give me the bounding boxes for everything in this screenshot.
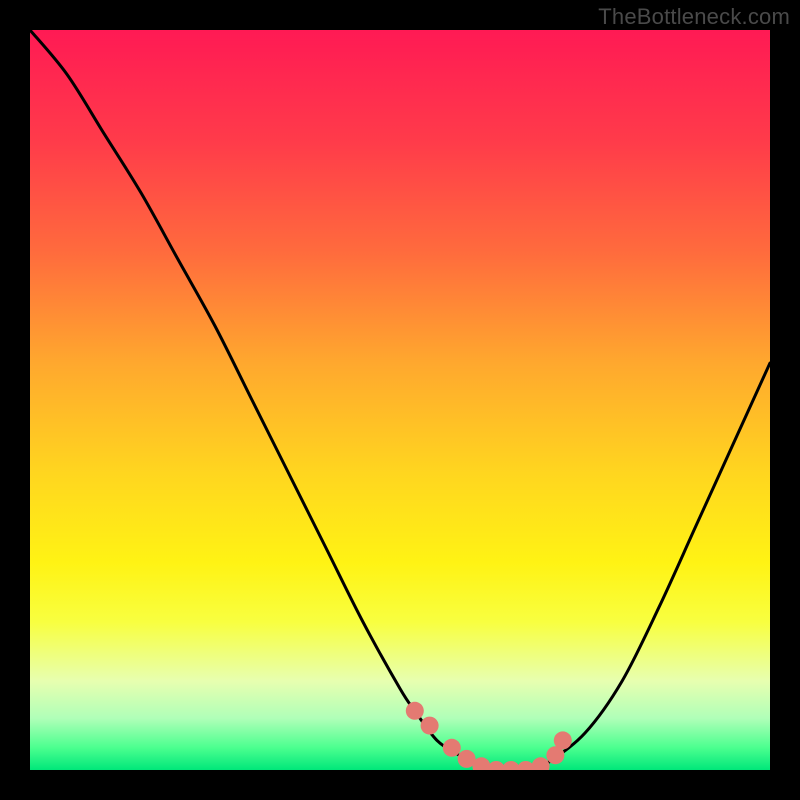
bottleneck-curve	[30, 30, 770, 770]
curve-marker	[554, 731, 572, 749]
curve-markers	[406, 702, 572, 770]
curve-marker	[532, 757, 550, 770]
chart-frame: TheBottleneck.com	[0, 0, 800, 800]
attribution-text: TheBottleneck.com	[598, 4, 790, 30]
curve-marker	[406, 702, 424, 720]
curve-line	[30, 30, 770, 770]
curve-marker	[421, 717, 439, 735]
plot-area	[30, 30, 770, 770]
curve-marker	[443, 739, 461, 757]
